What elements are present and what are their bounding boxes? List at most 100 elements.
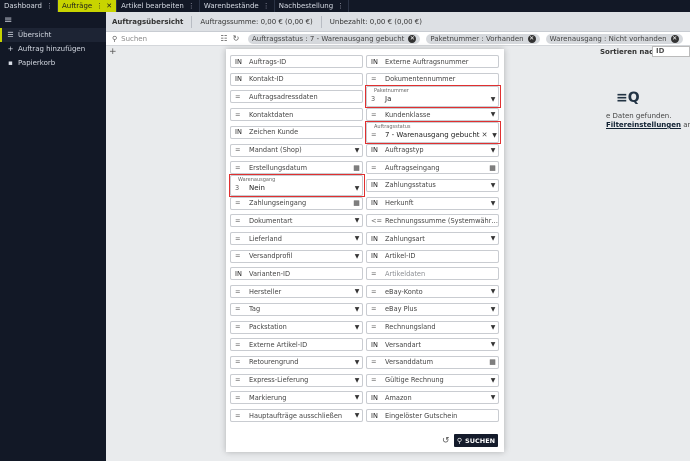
filter-hersteller[interactable]: = Hersteller ▼ — [230, 285, 363, 299]
operator-select[interactable]: = — [367, 75, 385, 83]
operator-select[interactable]: = — [231, 93, 249, 101]
more-icon[interactable]: ⋮ — [263, 2, 270, 10]
filter-mandant-shop[interactable]: = Mandant (Shop) ▼ — [230, 143, 363, 157]
tab-dashboard[interactable]: Dashboard ⋮ — [0, 0, 58, 12]
operator-select[interactable]: = — [367, 376, 385, 384]
operator-select[interactable]: IN — [367, 412, 385, 420]
menu-icon[interactable]: ≡ — [0, 12, 106, 28]
filter-dokumentart[interactable]: = Dokumentart ▼ — [230, 214, 363, 228]
filter-amazon[interactable]: IN Amazon ▼ — [366, 391, 499, 405]
operator-select[interactable]: = — [231, 235, 249, 243]
operator-select[interactable]: = — [367, 270, 385, 278]
operator-select[interactable]: = — [231, 111, 249, 119]
filter-varianten-id[interactable]: IN Varianten-ID — [230, 267, 363, 281]
filter-auftragseingang[interactable]: = Auftragseingang ▦ — [366, 161, 499, 175]
operator-select[interactable]: = — [231, 288, 249, 296]
operator-select[interactable]: IN — [367, 199, 385, 207]
filter-artikel-id[interactable]: IN Artikel-ID — [366, 249, 499, 263]
operator-select[interactable]: IN — [367, 394, 385, 402]
chevron-down-icon[interactable]: ▼ — [488, 306, 498, 313]
remove-chip-icon[interactable]: ✕ — [408, 34, 417, 43]
operator-select[interactable]: = — [367, 111, 385, 119]
chevron-down-icon[interactable]: ▼ — [352, 306, 362, 313]
filter-ebay-konto[interactable]: = eBay-Konto ▼ — [366, 285, 499, 299]
filter-chip[interactable]: Warenausgang : Nicht vorhanden ✕ — [545, 33, 683, 44]
operator-select[interactable]: IN — [231, 58, 249, 66]
chevron-down-icon[interactable]: ▼ — [352, 394, 362, 401]
chevron-down-icon[interactable]: ▼ — [488, 182, 498, 189]
search-button[interactable]: ⚲ SUCHEN — [454, 434, 498, 447]
filter-rechnungsland[interactable]: = Rechnungsland ▼ — [366, 320, 499, 334]
operator-select[interactable]: = — [231, 394, 249, 402]
operator-select[interactable]: = — [367, 358, 385, 366]
tab-artikel-bearbeiten[interactable]: Artikel bearbeiten ⋮ — [117, 0, 200, 12]
filter-zahlungsstatus[interactable]: IN Zahlungsstatus ▼ — [366, 178, 499, 192]
filter-gueltige-rechnung[interactable]: = Gültige Rechnung ▼ — [366, 373, 499, 387]
filter-tag[interactable]: = Tag ▼ — [230, 302, 363, 316]
sidebar-item-uebersicht[interactable]: ☰ Übersicht — [0, 28, 106, 42]
operator-select[interactable]: = — [367, 305, 385, 313]
tab-warenbestaende[interactable]: Warenbestände ⋮ — [200, 0, 275, 12]
operator-select[interactable]: = — [231, 252, 249, 260]
tab-nachbestellung[interactable]: Nachbestellung ⋮ — [275, 0, 350, 12]
filter-zahlungseingang[interactable]: = Zahlungseingang ▦ — [230, 196, 363, 210]
chevron-down-icon[interactable]: ▼ — [488, 147, 498, 154]
chevron-down-icon[interactable]: ▼ — [352, 359, 362, 366]
chevron-down-icon[interactable]: ▼ — [488, 235, 498, 242]
search-input[interactable]: ⚲ Suchen — [112, 35, 218, 43]
operator-select[interactable]: = — [231, 217, 249, 225]
filter-kontakt-id[interactable]: IN Kontakt-ID — [230, 72, 363, 86]
chevron-down-icon[interactable]: ▼ — [352, 253, 362, 260]
operator-select[interactable]: = — [231, 358, 249, 366]
filter-eingeloester-gutschein[interactable]: IN Eingelöster Gutschein — [366, 409, 499, 422]
filter-versandprofil[interactable]: = Versandprofil ▼ — [230, 249, 363, 263]
remove-chip-icon[interactable]: ✕ — [670, 34, 679, 43]
operator-select[interactable]: IN — [231, 270, 249, 278]
operator-select[interactable]: IN — [367, 181, 385, 189]
filter-settings-link[interactable]: Filtereinstellungen — [606, 121, 681, 129]
filter-externe-artikel-id[interactable]: = Externe Artikel-ID — [230, 338, 363, 352]
more-icon[interactable]: ⋮ — [46, 2, 53, 10]
operator-select[interactable]: = — [231, 376, 249, 384]
operator-select[interactable]: IN — [231, 128, 249, 136]
operator-select[interactable]: = — [231, 305, 249, 313]
sort-select[interactable]: ID — [652, 46, 690, 57]
chevron-down-icon[interactable]: ▼ — [488, 288, 498, 295]
chevron-down-icon[interactable]: ▼ — [488, 200, 498, 207]
filter-chip[interactable]: Auftragsstatus : 7 - Warenausgang gebuch… — [248, 33, 421, 44]
filter-zahlungsart[interactable]: IN Zahlungsart ▼ — [366, 232, 499, 245]
filter-herkunft[interactable]: IN Herkunft ▼ — [366, 196, 499, 210]
filter-versandart[interactable]: IN Versandart ▼ — [366, 338, 499, 352]
calendar-icon[interactable]: ▦ — [487, 164, 498, 172]
operator-select[interactable]: = — [231, 164, 249, 172]
filter-ebay-plus[interactable]: = eBay Plus ▼ — [366, 302, 499, 316]
calendar-icon[interactable]: ▦ — [351, 199, 362, 207]
filter-markierung[interactable]: = Markierung ▼ — [230, 391, 363, 405]
chevron-down-icon[interactable]: ▼ — [488, 341, 498, 348]
filter-auftragstyp[interactable]: IN Auftragstyp ▼ — [366, 143, 499, 157]
filter-rechnungssumme-systemwaehrung[interactable]: <= Rechnungssumme (Systemwährung) — [366, 214, 499, 228]
chevron-down-icon[interactable]: ▼ — [488, 111, 498, 118]
operator-select[interactable]: IN — [367, 58, 385, 66]
refresh-icon[interactable]: ↻ — [230, 34, 242, 43]
chevron-down-icon[interactable]: ▼ — [352, 235, 362, 242]
chevron-down-icon[interactable]: ▼ — [352, 324, 362, 331]
operator-select[interactable]: IN — [367, 146, 385, 154]
operator-select[interactable]: = — [231, 412, 249, 420]
filter-chip[interactable]: Paketnummer : Vorhanden ✕ — [426, 33, 540, 44]
operator-select[interactable]: IN — [367, 341, 385, 349]
chevron-down-icon[interactable]: ▼ — [352, 147, 362, 154]
operator-select[interactable]: = — [231, 146, 249, 154]
filter-auftragsadressdaten[interactable]: = Auftragsadressdaten — [230, 90, 363, 104]
chevron-down-icon[interactable]: ▼ — [352, 377, 362, 384]
filter-artikeldaten[interactable]: = Artikeldaten — [366, 267, 499, 281]
chevron-down-icon[interactable]: ▼ — [488, 394, 498, 401]
filter-hauptauftraege-ausschliessen[interactable]: = Hauptaufträge ausschließen ▼ — [230, 409, 363, 422]
operator-select[interactable]: = — [367, 288, 385, 296]
filter-externe-auftragsnummer[interactable]: IN Externe Auftragsnummer — [366, 55, 499, 68]
filter-packstation[interactable]: = Packstation ▼ — [230, 320, 363, 334]
calendar-icon[interactable]: ▦ — [351, 164, 362, 172]
remove-chip-icon[interactable]: ✕ — [527, 34, 536, 43]
filter-versanddatum[interactable]: = Versanddatum ▦ — [366, 355, 499, 369]
chevron-down-icon[interactable]: ▼ — [352, 288, 362, 295]
